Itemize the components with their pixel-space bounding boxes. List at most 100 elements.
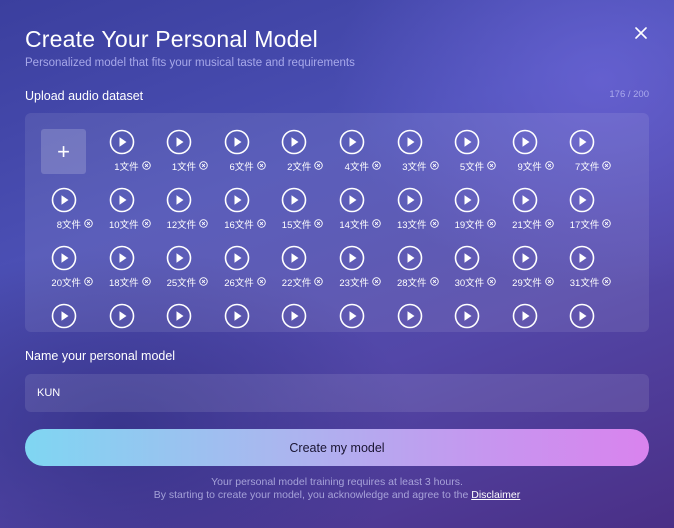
- remove-file-icon[interactable]: [429, 219, 439, 228]
- play-icon[interactable]: [51, 303, 77, 329]
- remove-file-icon[interactable]: [602, 219, 612, 228]
- audio-file-item[interactable]: 12文件: [156, 187, 213, 245]
- remove-file-icon[interactable]: [372, 161, 381, 170]
- audio-file-item[interactable]: 5文件: [444, 129, 501, 187]
- remove-file-icon[interactable]: [372, 219, 381, 228]
- remove-file-icon[interactable]: [199, 161, 208, 170]
- audio-file-item[interactable]: [387, 303, 444, 332]
- audio-file-item[interactable]: [156, 303, 213, 332]
- audio-file-item[interactable]: [502, 303, 559, 332]
- remove-file-icon[interactable]: [257, 161, 266, 170]
- play-icon[interactable]: [569, 129, 595, 155]
- play-icon[interactable]: [224, 129, 250, 155]
- play-icon[interactable]: [339, 187, 365, 213]
- audio-file-item[interactable]: [271, 303, 328, 332]
- play-icon[interactable]: [397, 187, 423, 213]
- remove-file-icon[interactable]: [314, 277, 324, 286]
- remove-file-icon[interactable]: [257, 219, 266, 228]
- audio-file-item[interactable]: 25文件: [156, 245, 213, 303]
- remove-file-icon[interactable]: [257, 277, 266, 286]
- remove-file-icon[interactable]: [372, 277, 381, 286]
- remove-file-icon[interactable]: [314, 219, 324, 228]
- remove-file-icon[interactable]: [199, 277, 208, 286]
- play-icon[interactable]: [281, 129, 307, 155]
- audio-file-item[interactable]: 4文件: [329, 129, 386, 187]
- play-icon[interactable]: [512, 303, 538, 329]
- remove-file-icon[interactable]: [141, 161, 151, 170]
- play-icon[interactable]: [109, 245, 135, 271]
- play-icon[interactable]: [397, 303, 423, 329]
- play-icon[interactable]: [281, 187, 307, 213]
- play-icon[interactable]: [569, 187, 595, 213]
- close-icon[interactable]: [632, 24, 650, 42]
- audio-file-item[interactable]: 19文件: [444, 187, 501, 245]
- audio-file-item[interactable]: 15文件: [271, 187, 328, 245]
- play-icon[interactable]: [51, 187, 77, 213]
- play-icon[interactable]: [454, 303, 480, 329]
- audio-file-item[interactable]: 10文件: [99, 187, 156, 245]
- play-icon[interactable]: [224, 303, 250, 329]
- play-icon[interactable]: [109, 303, 135, 329]
- play-icon[interactable]: [512, 187, 538, 213]
- remove-file-icon[interactable]: [429, 277, 439, 286]
- remove-file-icon[interactable]: [199, 219, 208, 228]
- play-icon[interactable]: [166, 245, 192, 271]
- audio-file-item[interactable]: 6文件: [214, 129, 271, 187]
- audio-file-item[interactable]: 18文件: [99, 245, 156, 303]
- remove-file-icon[interactable]: [487, 161, 496, 170]
- remove-file-icon[interactable]: [84, 219, 93, 228]
- remove-file-icon[interactable]: [545, 277, 554, 286]
- play-icon[interactable]: [166, 187, 192, 213]
- remove-file-icon[interactable]: [429, 161, 439, 170]
- audio-file-item[interactable]: 16文件: [214, 187, 271, 245]
- audio-file-item[interactable]: [99, 303, 156, 332]
- remove-file-icon[interactable]: [84, 277, 93, 286]
- audio-file-item[interactable]: 30文件: [444, 245, 501, 303]
- create-model-button[interactable]: Create my model: [25, 429, 649, 466]
- play-icon[interactable]: [569, 245, 595, 271]
- play-icon[interactable]: [109, 129, 135, 155]
- audio-file-item[interactable]: 23文件: [329, 245, 386, 303]
- play-icon[interactable]: [339, 129, 365, 155]
- remove-file-icon[interactable]: [545, 219, 554, 228]
- play-icon[interactable]: [166, 129, 192, 155]
- audio-file-item[interactable]: 28文件: [387, 245, 444, 303]
- remove-file-icon[interactable]: [602, 161, 612, 170]
- play-icon[interactable]: [569, 303, 595, 329]
- play-icon[interactable]: [109, 187, 135, 213]
- audio-file-item[interactable]: [214, 303, 271, 332]
- audio-file-item[interactable]: 29文件: [502, 245, 559, 303]
- play-icon[interactable]: [454, 129, 480, 155]
- play-icon[interactable]: [339, 245, 365, 271]
- audio-file-item[interactable]: 8文件: [41, 187, 98, 245]
- audio-file-item[interactable]: 20文件: [41, 245, 98, 303]
- audio-file-item[interactable]: [444, 303, 501, 332]
- play-icon[interactable]: [512, 245, 538, 271]
- audio-file-item[interactable]: 1文件: [99, 129, 156, 187]
- audio-file-item[interactable]: 22文件: [271, 245, 328, 303]
- audio-file-item[interactable]: 2文件: [271, 129, 328, 187]
- audio-file-item[interactable]: 31文件: [559, 245, 616, 303]
- play-icon[interactable]: [51, 245, 77, 271]
- model-name-input[interactable]: [25, 374, 649, 412]
- remove-file-icon[interactable]: [141, 277, 151, 286]
- play-icon[interactable]: [454, 245, 480, 271]
- audio-file-item[interactable]: 1文件: [156, 129, 213, 187]
- remove-file-icon[interactable]: [487, 219, 496, 228]
- audio-file-item[interactable]: 17文件: [559, 187, 616, 245]
- play-icon[interactable]: [397, 129, 423, 155]
- audio-file-item[interactable]: 26文件: [214, 245, 271, 303]
- play-icon[interactable]: [339, 303, 365, 329]
- remove-file-icon[interactable]: [141, 219, 151, 228]
- play-icon[interactable]: [224, 245, 250, 271]
- play-icon[interactable]: [224, 187, 250, 213]
- play-icon[interactable]: [454, 187, 480, 213]
- audio-file-item[interactable]: 14文件: [329, 187, 386, 245]
- play-icon[interactable]: [166, 303, 192, 329]
- remove-file-icon[interactable]: [545, 161, 554, 170]
- remove-file-icon[interactable]: [314, 161, 324, 170]
- disclaimer-link[interactable]: Disclaimer: [471, 489, 520, 501]
- remove-file-icon[interactable]: [602, 277, 612, 286]
- remove-file-icon[interactable]: [487, 277, 496, 286]
- audio-file-item[interactable]: [329, 303, 386, 332]
